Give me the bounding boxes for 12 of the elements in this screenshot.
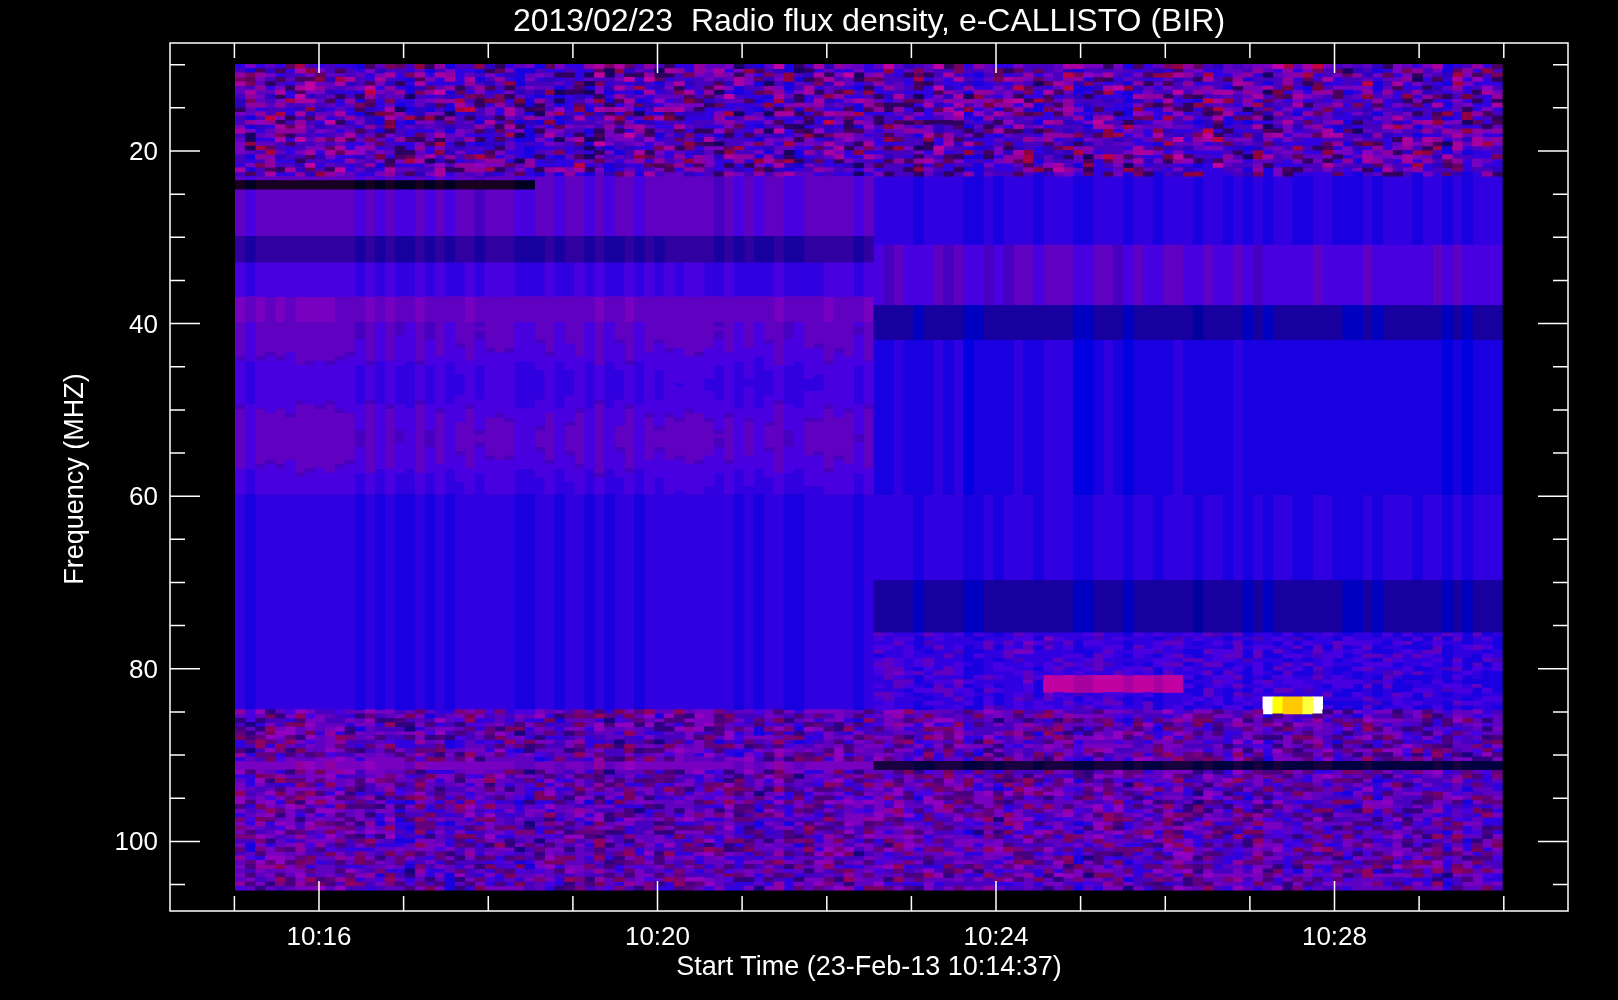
- x-axis-label: Start Time (23-Feb-13 10:14:37): [676, 951, 1062, 981]
- y-axis-label: Frequency (MHZ): [59, 373, 89, 585]
- y-tick-label: 80: [129, 653, 158, 684]
- y-tick-label: 40: [129, 308, 158, 339]
- x-tick-label: 10:24: [963, 921, 1029, 951]
- y-tick-label: 60: [129, 481, 158, 512]
- x-tick-label: 10:28: [1301, 921, 1368, 951]
- x-tick-label: 10:16: [286, 921, 352, 951]
- y-tick-label: 100: [114, 826, 158, 857]
- chart-title: 2013/02/23 Radio flux density, e-CALLISTO (BIR): [512, 2, 1226, 38]
- y-tick-label: 20: [129, 136, 158, 166]
- x-tick-label: 10:20: [624, 921, 691, 951]
